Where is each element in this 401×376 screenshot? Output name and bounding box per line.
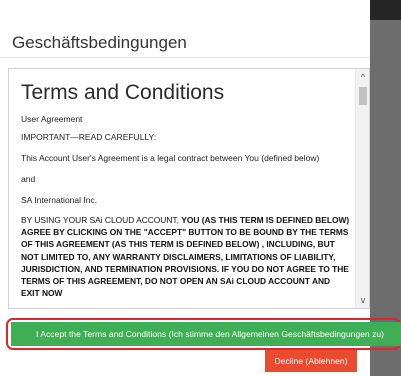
terms-line-company: SA International Inc.: [21, 195, 98, 205]
dialog-header: Geschäftsbedingungen: [0, 0, 370, 58]
terms-paragraph-intro: BY USING YOUR SAi CLOUD ACCOUNT,: [21, 215, 182, 225]
decline-button[interactable]: Decline (Ablehnen): [265, 350, 357, 372]
terms-line-and: and: [21, 174, 36, 184]
terms-scroll-area[interactable]: Terms and Conditions User Agreement IMPO…: [8, 68, 370, 309]
terms-heading: Terms and Conditions: [21, 81, 225, 104]
terms-dialog: Geschäftsbedingungen Terms and Condition…: [0, 0, 401, 376]
terms-agreement-paragraph: BY USING YOUR SAi CLOUD ACCOUNT, YOU (AS…: [21, 214, 351, 299]
terms-paragraph-bold: YOU (AS THIS TERM IS DEFINED BELOW) AGRE…: [21, 215, 350, 299]
terms-line-contract: This Account User's Agreement is a legal…: [21, 153, 320, 163]
backdrop-top-bar: [370, 0, 401, 20]
terms-scrollbar[interactable]: ^ v: [355, 69, 369, 308]
dialog-title: Geschäftsbedingungen: [12, 33, 187, 52]
accept-terms-button[interactable]: I Accept the Terms and Conditions (Ich s…: [11, 322, 401, 346]
terms-line-important: IMPORTANT—READ CAREFULLY:: [21, 132, 157, 142]
scroll-down-arrow-icon[interactable]: v: [356, 292, 369, 308]
scroll-thumb[interactable]: [359, 87, 367, 105]
terms-line-user-agreement: User Agreement: [21, 114, 83, 124]
scroll-up-arrow-icon[interactable]: ^: [356, 69, 369, 85]
